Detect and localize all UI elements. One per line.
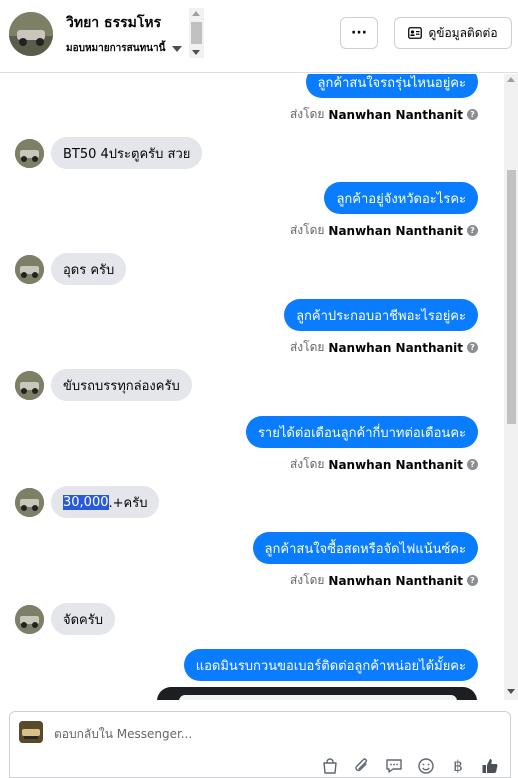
help-icon[interactable]: ? [467, 109, 478, 120]
message-text: .+ครับ [108, 495, 148, 511]
incoming-message[interactable]: อุดร ครับ [51, 253, 127, 285]
more-options-button[interactable]: ··· [340, 17, 378, 49]
incoming-message-row: 30,000 .+ครับ [15, 486, 160, 518]
incoming-message-row: จัดครับ [15, 603, 115, 635]
scroll-up-icon[interactable] [507, 77, 515, 82]
contact-avatar-small[interactable] [15, 487, 44, 517]
attachment-paperclip-icon[interactable] [352, 756, 372, 776]
scroll-thumb[interactable] [191, 22, 202, 44]
incoming-message-row: BT50 4ประตูครับ สวย [15, 137, 203, 169]
sent-by-line: ส่งโดย Nanwhan Nanthanit ? [290, 455, 478, 474]
outgoing-message[interactable]: ลูกค้าประกอบอาชีพอะไรอยู่คะ [284, 299, 478, 331]
incoming-message-row: ขับรถบรรทุกล่องครับ [15, 369, 192, 401]
shop-bag-icon[interactable] [320, 756, 340, 776]
reply-input[interactable] [54, 724, 474, 744]
sender-name[interactable]: Nanwhan Nanthanit [328, 341, 463, 355]
saved-replies-icon[interactable] [384, 756, 404, 776]
attachment-preview-inner [179, 695, 457, 700]
thumbs-up-icon[interactable] [480, 756, 500, 776]
contact-info-label: ดูข้อมูลติดต่อ [428, 25, 498, 40]
assign-conversation-dropdown[interactable]: มอบหมายการสนทนานี้ [66, 41, 183, 56]
help-icon[interactable]: ? [467, 342, 478, 353]
reply-composer: ฿ [9, 711, 511, 778]
outgoing-message[interactable]: แอดมินรบกวนขอเบอร์ติดต่อลูกค้าหน่อยได้มั… [183, 649, 478, 681]
emoji-icon[interactable] [416, 756, 436, 776]
sender-name[interactable]: Nanwhan Nanthanit [328, 458, 463, 472]
contact-name[interactable]: วิทยา ธรรมโหร [66, 12, 161, 34]
sent-by-line: ส่งโดย Nanwhan Nanthanit ? [290, 338, 478, 357]
selected-text[interactable]: 30,000 [63, 494, 109, 510]
baht-symbol: ฿ [453, 757, 463, 775]
incoming-message-row: อุดร ครับ [15, 253, 127, 285]
header-mini-scrollbar[interactable] [189, 8, 204, 58]
sent-by-line: ส่งโดย Nanwhan Nanthanit ? [290, 105, 478, 124]
sent-by-prefix: ส่งโดย [289, 457, 325, 471]
outgoing-message[interactable]: รายได้ต่อเดือนลูกค้ากี่บาทต่อเดือนคะ [245, 416, 478, 448]
contact-card-icon [408, 27, 423, 39]
messenger-conversation: วิทยา ธรรมโหร มอบหมายการสนทนานี้ ··· ดูข… [0, 0, 518, 778]
contact-avatar[interactable] [9, 12, 53, 56]
payment-baht-icon[interactable]: ฿ [448, 756, 468, 776]
scroll-down-icon[interactable] [507, 689, 515, 694]
sent-by-line: ส่งโดย Nanwhan Nanthanit ? [290, 571, 478, 590]
sent-by-prefix: ส่งโดย [289, 573, 325, 587]
sent-by-prefix: ส่งโดย [289, 340, 325, 354]
scroll-up-icon[interactable] [192, 11, 200, 16]
composer-toolbar: ฿ [320, 756, 500, 776]
contact-avatar-small[interactable] [15, 138, 44, 168]
sender-name[interactable]: Nanwhan Nanthanit [328, 224, 463, 238]
incoming-message[interactable]: ขับรถบรรทุกล่องครับ [51, 369, 192, 401]
message-scrollbar[interactable] [504, 74, 518, 700]
incoming-message[interactable]: จัดครับ [51, 603, 115, 635]
help-icon[interactable]: ? [467, 459, 478, 470]
scroll-thumb[interactable] [507, 170, 516, 424]
contact-avatar-small[interactable] [15, 254, 44, 284]
caret-down-icon [172, 45, 183, 52]
sender-name[interactable]: Nanwhan Nanthanit [328, 108, 463, 122]
scroll-down-icon[interactable] [192, 50, 200, 55]
sent-by-prefix: ส่งโดย [289, 107, 325, 121]
contact-avatar-small[interactable] [15, 370, 44, 400]
message-list[interactable]: ลูกค้าสนใจรถรุ่นไหนอยู่คะ ส่งโดย Nanwhan… [0, 74, 504, 700]
sent-by-prefix: ส่งโดย [289, 223, 325, 237]
attachment-preview[interactable] [157, 687, 477, 700]
sent-by-line: ส่งโดย Nanwhan Nanthanit ? [290, 221, 478, 240]
view-contact-info-button[interactable]: ดูข้อมูลติดต่อ [394, 17, 512, 49]
help-icon[interactable]: ? [467, 225, 478, 236]
incoming-message[interactable]: BT50 4ประตูครับ สวย [51, 137, 203, 169]
contact-avatar-small[interactable] [15, 604, 44, 634]
outgoing-message[interactable]: ลูกค้าสนใจซื้อสดหรือจัดไฟแน้นซ์คะ [252, 532, 478, 564]
assign-label: มอบหมายการสนทนานี้ [66, 43, 166, 54]
incoming-message[interactable]: 30,000 .+ครับ [51, 486, 160, 518]
more-icon: ··· [351, 25, 367, 41]
outgoing-message[interactable]: ลูกค้าสนใจรถรุ่นไหนอยู่คะ [305, 74, 478, 98]
sender-name[interactable]: Nanwhan Nanthanit [328, 574, 463, 588]
page-avatar [19, 721, 43, 743]
conversation-header: วิทยา ธรรมโหร มอบหมายการสนทนานี้ ··· ดูข… [0, 0, 518, 73]
outgoing-message[interactable]: ลูกค้าอยู่จังหวัดอะไรคะ [324, 182, 478, 214]
help-icon[interactable]: ? [467, 575, 478, 586]
